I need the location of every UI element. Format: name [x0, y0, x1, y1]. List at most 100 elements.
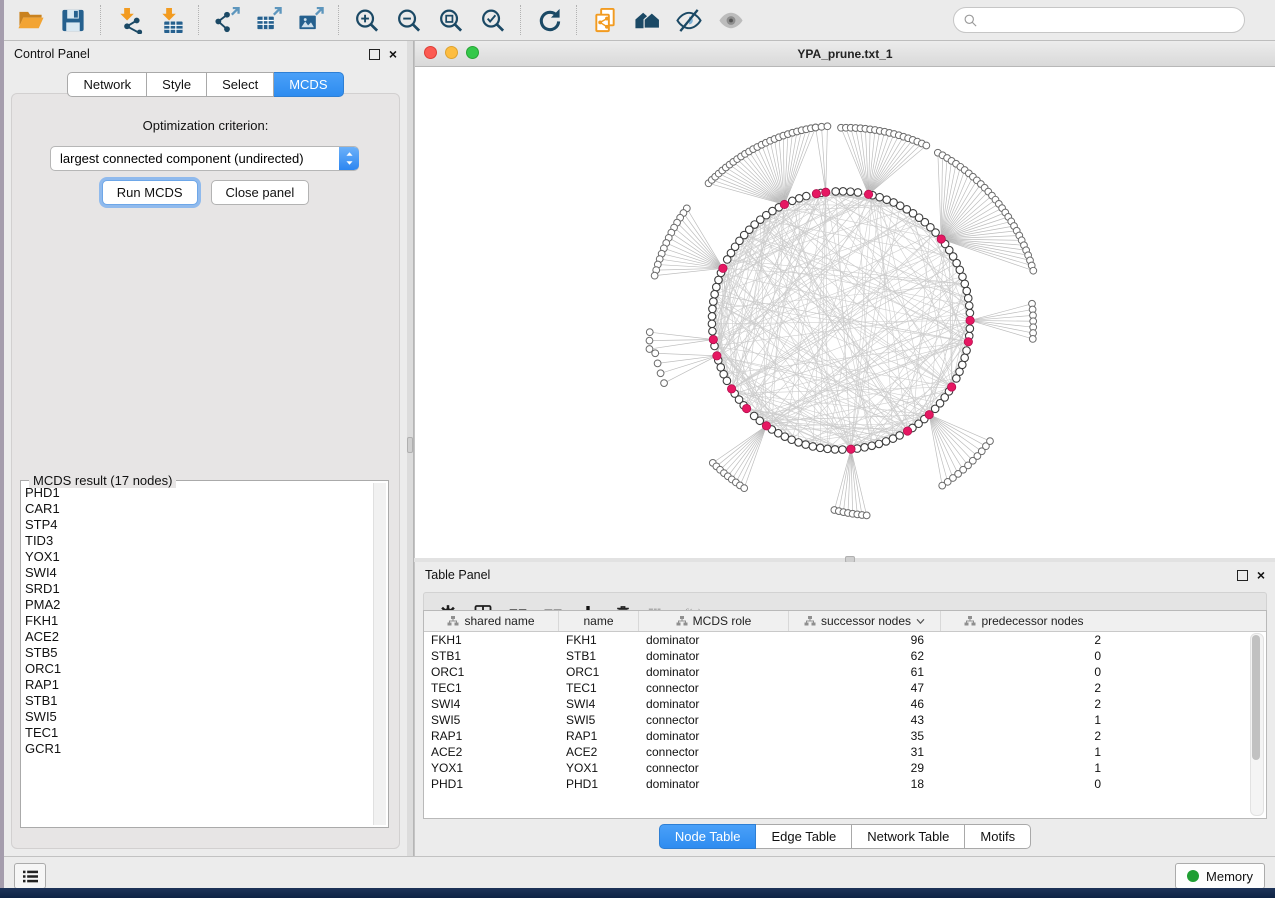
close-icon[interactable]: ×	[389, 49, 397, 59]
table-row[interactable]: SWI4SWI4dominator462	[424, 696, 1266, 712]
close-window-icon[interactable]	[424, 46, 437, 59]
toolbar-group	[108, 3, 192, 37]
tab-network[interactable]: Network	[67, 72, 147, 97]
export-network-button[interactable]	[206, 3, 248, 37]
save-session-button[interactable]	[52, 3, 94, 37]
import-network-icon	[115, 7, 143, 34]
export-table-button[interactable]	[248, 3, 290, 37]
float-window-icon[interactable]	[1237, 570, 1248, 581]
open-session-button[interactable]	[10, 3, 52, 37]
column-header-predecessor-nodes[interactable]: predecessor nodes	[941, 611, 1107, 631]
table-row[interactable]: STB1STB1dominator620	[424, 648, 1266, 664]
mcds-node-item[interactable]: SWI4	[25, 565, 372, 581]
network-canvas[interactable]	[415, 67, 1275, 558]
run-mcds-button[interactable]: Run MCDS	[102, 180, 198, 205]
column-header-successor-nodes[interactable]: successor nodes	[789, 611, 941, 631]
table-row[interactable]: ACE2ACE2connector311	[424, 744, 1266, 760]
tab-network-table[interactable]: Network Table	[852, 824, 965, 849]
vertical-splitter[interactable]	[407, 41, 414, 857]
mcds-node-item[interactable]: PHD1	[25, 485, 372, 501]
splitter-grip[interactable]	[407, 437, 413, 453]
network-from-selection-button[interactable]	[584, 3, 626, 37]
mcds-node-item[interactable]: CAR1	[25, 501, 372, 517]
table-row[interactable]: TEC1TEC1connector472	[424, 680, 1266, 696]
float-window-icon[interactable]	[369, 49, 380, 60]
hide-selected-button[interactable]	[668, 3, 710, 37]
memory-button[interactable]: Memory	[1175, 863, 1265, 889]
table-row[interactable]: FKH1FKH1dominator962	[424, 632, 1266, 648]
table-row[interactable]: SWI5SWI5connector431	[424, 712, 1266, 728]
mcds-node-item[interactable]: FKH1	[25, 613, 372, 629]
mcds-node-item[interactable]: PMA2	[25, 597, 372, 613]
export-network-icon	[213, 7, 241, 34]
control-panel-title: Control Panel	[14, 47, 90, 61]
list-icon	[22, 869, 39, 884]
table-header-row: shared name name MCDS role successor nodes p…	[424, 611, 1266, 632]
table-scrollbar	[1250, 633, 1264, 816]
column-label: predecessor nodes	[981, 614, 1083, 628]
network-window-titlebar[interactable]: YPA_prune.txt_1	[415, 41, 1275, 67]
mcds-node-item[interactable]: ACE2	[25, 629, 372, 645]
column-header-name[interactable]: name	[559, 611, 639, 631]
table-row[interactable]: YOX1YOX1connector291	[424, 760, 1266, 776]
zoom-fit-button[interactable]	[430, 3, 472, 37]
column-label: name	[583, 614, 613, 628]
network-from-selection-icon	[591, 7, 619, 34]
export-image-button[interactable]	[290, 3, 332, 37]
search-input[interactable]	[983, 12, 1244, 29]
search-box[interactable]	[953, 7, 1245, 33]
tab-node-table[interactable]: Node Table	[659, 824, 757, 849]
mcds-node-item[interactable]: SWI5	[25, 709, 372, 725]
apply-layout-button[interactable]	[528, 3, 570, 37]
mcds-node-item[interactable]: TID3	[25, 533, 372, 549]
mcds-node-item[interactable]: ORC1	[25, 661, 372, 677]
import-network-button[interactable]	[108, 3, 150, 37]
hide-selected-icon	[675, 7, 703, 34]
mcds-node-item[interactable]: STB1	[25, 693, 372, 709]
tab-mcds[interactable]: MCDS	[274, 72, 343, 97]
network-window-title: YPA_prune.txt_1	[797, 47, 892, 61]
minimize-window-icon[interactable]	[445, 46, 458, 59]
mcds-panel: Optimization criterion: largest connecte…	[11, 93, 400, 849]
import-table-icon	[157, 7, 185, 34]
import-table-button[interactable]	[150, 3, 192, 37]
column-header-MCDS-role[interactable]: MCDS role	[639, 611, 789, 631]
shared-tree-icon	[676, 615, 688, 627]
show-all-button[interactable]	[710, 3, 752, 37]
mcds-node-item[interactable]: TEC1	[25, 725, 372, 741]
column-header-shared-name[interactable]: shared name	[424, 611, 559, 631]
zoom-in-button[interactable]	[346, 3, 388, 37]
optimization-criterion-label: Optimization criterion:	[12, 118, 399, 133]
sort-caret-icon	[916, 618, 925, 625]
table-row[interactable]: PHD1PHD1dominator180	[424, 776, 1266, 792]
mcds-node-item[interactable]: YOX1	[25, 549, 372, 565]
network-graph[interactable]	[415, 67, 1275, 558]
maximize-window-icon[interactable]	[466, 46, 479, 59]
table-row[interactable]: ORC1ORC1dominator610	[424, 664, 1266, 680]
task-history-button[interactable]	[14, 863, 46, 889]
close-panel-button[interactable]: Close panel	[211, 180, 310, 205]
group-nodes-button[interactable]	[626, 3, 668, 37]
close-icon[interactable]: ×	[1257, 570, 1265, 580]
criterion-select[interactable]: largest connected component (undirected)	[50, 146, 359, 171]
group-nodes-icon	[633, 7, 661, 34]
zoom-selected-button[interactable]	[472, 3, 514, 37]
result-scrollbar[interactable]	[373, 483, 386, 825]
mcds-node-item[interactable]: STB5	[25, 645, 372, 661]
tab-select[interactable]: Select	[207, 72, 274, 97]
toolbar-group	[346, 3, 514, 37]
tab-motifs[interactable]: Motifs	[965, 824, 1031, 849]
tab-edge-table[interactable]: Edge Table	[756, 824, 852, 849]
mcds-node-item[interactable]: SRD1	[25, 581, 372, 597]
mcds-node-item[interactable]: STP4	[25, 517, 372, 533]
mcds-result-box: MCDS result (17 nodes) PHD1CAR1STP4TID3Y…	[20, 480, 389, 828]
zoom-out-button[interactable]	[388, 3, 430, 37]
column-label: MCDS role	[693, 614, 752, 628]
apply-layout-icon	[535, 7, 563, 34]
shared-tree-icon	[804, 615, 816, 627]
mcds-node-item[interactable]: GCR1	[25, 741, 372, 757]
scrollbar-thumb[interactable]	[1252, 635, 1260, 760]
table-row[interactable]: RAP1RAP1dominator352	[424, 728, 1266, 744]
mcds-node-item[interactable]: RAP1	[25, 677, 372, 693]
tab-style[interactable]: Style	[147, 72, 207, 97]
